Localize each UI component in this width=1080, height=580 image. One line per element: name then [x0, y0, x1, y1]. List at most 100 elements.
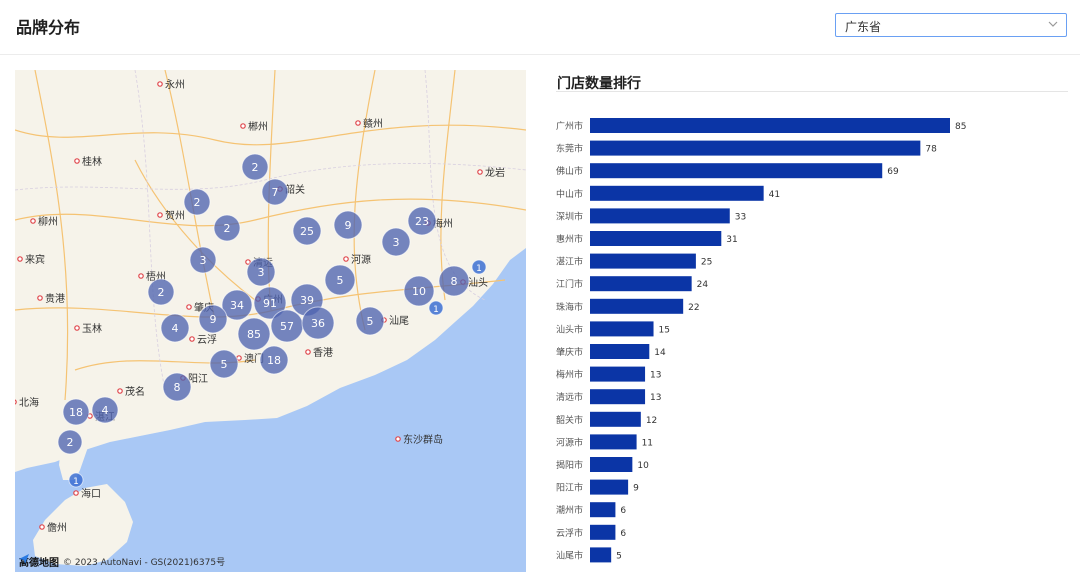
store-cluster[interactable]: 1 [471, 259, 487, 275]
store-cluster-count: 34 [230, 299, 244, 312]
city-label-text: 北海 [19, 396, 39, 409]
bar[interactable] [590, 118, 950, 133]
city-label-text: 柳州 [38, 215, 58, 228]
store-map[interactable]: 永州郴州赣州桂林韶关龙岩柳州贺州梅州来宾清远河源梧州汕头贵港肇庆广州云浮玉林汕尾… [15, 70, 526, 572]
bar-category-label: 中山市 [556, 188, 583, 200]
store-cluster-count: 23 [415, 215, 429, 228]
bar-category-label: 梅州市 [556, 369, 583, 381]
bar[interactable] [590, 321, 654, 337]
store-cluster[interactable]: 4 [160, 313, 190, 343]
store-cluster[interactable]: 1 [428, 300, 444, 316]
bar[interactable] [590, 411, 641, 427]
store-cluster[interactable]: 85 [237, 317, 271, 351]
store-cluster[interactable]: 2 [147, 278, 175, 306]
bar-value-label: 33 [735, 212, 746, 222]
bar[interactable] [590, 524, 616, 540]
store-cluster[interactable]: 2 [183, 188, 211, 216]
city-label: 汕尾 [381, 315, 409, 327]
store-cluster[interactable]: 5 [324, 264, 356, 296]
bar-category-label: 河源市 [556, 436, 583, 448]
city-label: 玉林 [74, 322, 102, 335]
bar[interactable] [590, 140, 921, 156]
bar-category-label: 云浮市 [556, 527, 583, 539]
store-ranking-panel: 门店数量排行 广州市 85 东莞市 78 佛山市 69 中山市 41 深圳市 33 惠州市 31 湛江市… [556, 70, 1068, 575]
ranking-title: 门店数量排行 [557, 76, 641, 92]
bar[interactable] [590, 434, 637, 450]
store-cluster-count: 36 [311, 317, 325, 330]
store-cluster[interactable]: 9 [333, 210, 363, 240]
bar[interactable] [590, 208, 730, 224]
city-label-text: 贺州 [165, 210, 185, 222]
bar-value-label: 24 [697, 280, 709, 290]
bar[interactable] [590, 344, 650, 359]
bar-value-label: 11 [642, 438, 653, 448]
store-cluster[interactable]: 3 [189, 246, 217, 274]
city-label-text: 儋州 [47, 521, 67, 534]
city-label-text: 云浮 [197, 334, 217, 346]
store-cluster-count: 5 [367, 315, 374, 328]
store-cluster[interactable]: 10 [403, 275, 435, 307]
bar[interactable] [590, 502, 616, 518]
bar-value-label: 9 [633, 484, 639, 494]
bar[interactable] [590, 185, 764, 201]
store-cluster-count: 7 [272, 186, 279, 199]
city-label-text: 来宾 [25, 253, 45, 266]
page-title: 品牌分布 [16, 18, 81, 37]
store-cluster[interactable]: 2 [241, 153, 269, 181]
province-select[interactable]: 广东省 [835, 13, 1067, 37]
store-cluster[interactable]: 9 [198, 304, 228, 334]
bar-value-label: 14 [654, 348, 666, 358]
store-cluster[interactable]: 4 [91, 396, 119, 424]
page-header: 品牌分布 广东省 [0, 0, 1080, 55]
bar[interactable] [590, 253, 696, 269]
store-cluster[interactable]: 8 [162, 372, 192, 402]
store-cluster[interactable]: 23 [407, 206, 437, 236]
city-label: 龙岩 [477, 166, 505, 179]
store-cluster[interactable]: 7 [261, 178, 289, 206]
city-label-text: 香港 [313, 347, 333, 359]
city-label: 北海 [15, 396, 39, 409]
bar[interactable] [590, 457, 633, 472]
store-cluster[interactable]: 2 [213, 214, 241, 242]
store-cluster[interactable]: 3 [381, 227, 411, 257]
bar-value-label: 6 [620, 529, 626, 539]
bar[interactable] [590, 547, 612, 563]
store-cluster[interactable]: 25 [292, 216, 322, 246]
city-label: 桂林 [74, 155, 102, 168]
bar-category-label: 佛山市 [556, 165, 583, 177]
bar-category-label: 惠州市 [556, 233, 583, 245]
bar[interactable] [590, 389, 646, 405]
store-cluster-count: 3 [393, 236, 400, 249]
store-cluster[interactable]: 57 [270, 309, 304, 343]
store-cluster[interactable]: 3 [246, 257, 276, 287]
bar-category-label: 揭阳市 [556, 459, 583, 471]
store-cluster[interactable]: 1 [68, 472, 84, 488]
city-label-text: 赣州 [363, 117, 383, 130]
store-cluster-count: 4 [172, 322, 179, 335]
store-cluster-count: 18 [267, 354, 281, 367]
city-label-text: 永州 [165, 78, 185, 91]
map-canvas[interactable]: 永州郴州赣州桂林韶关龙岩柳州贺州梅州来宾清远河源梧州汕头贵港肇庆广州云浮玉林汕尾… [15, 70, 526, 572]
city-label-text: 桂林 [82, 155, 102, 168]
bar-category-label: 珠海市 [556, 301, 583, 313]
bar[interactable] [590, 479, 629, 495]
store-cluster[interactable]: 2 [57, 429, 83, 455]
amap-logo-icon [19, 554, 29, 564]
bar[interactable] [590, 276, 692, 292]
store-cluster-count: 91 [263, 297, 277, 310]
store-cluster[interactable]: 8 [438, 265, 470, 297]
store-cluster-count: 8 [451, 275, 458, 288]
bar-category-label: 江门市 [556, 278, 583, 290]
store-cluster[interactable]: 5 [209, 349, 239, 379]
bar-category-label: 深圳市 [556, 210, 583, 222]
bar[interactable] [590, 163, 883, 179]
bar[interactable] [590, 298, 684, 314]
store-cluster[interactable]: 18 [259, 345, 289, 375]
bar[interactable] [590, 231, 722, 246]
store-cluster-count: 2 [194, 196, 201, 209]
store-cluster[interactable]: 36 [301, 306, 335, 340]
bar-value-label: 5 [616, 551, 622, 561]
store-cluster[interactable]: 5 [355, 306, 385, 336]
store-cluster[interactable]: 18 [62, 398, 90, 426]
bar[interactable] [590, 366, 646, 382]
